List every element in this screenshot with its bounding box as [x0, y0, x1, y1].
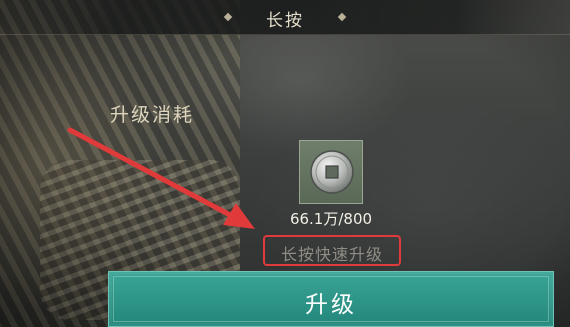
page-title: 长按: [266, 11, 304, 31]
long-press-hint-highlight: 长按快速升级: [263, 235, 401, 266]
item-amount: 66.1万/800: [289, 210, 373, 228]
upgrade-button[interactable]: 升级: [108, 271, 554, 327]
coin-item-slot[interactable]: [299, 140, 363, 204]
title-bar: 长按: [0, 0, 570, 35]
long-press-hint: 长按快速升级: [280, 245, 383, 264]
cost-section-label: 升级消耗: [110, 104, 195, 126]
copper-coin-icon: [310, 150, 354, 194]
upgrade-button-label: 升级: [305, 292, 357, 318]
